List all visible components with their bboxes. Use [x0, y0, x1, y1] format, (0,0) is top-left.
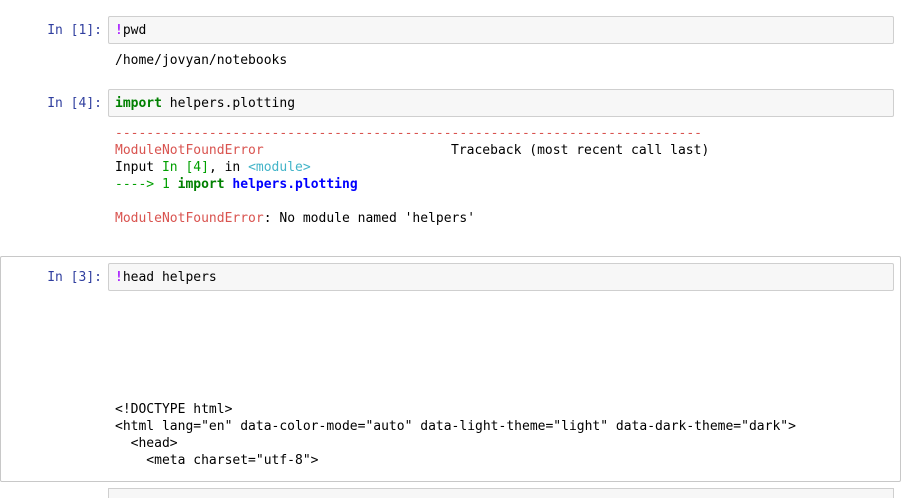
input-prefix: Input [115, 160, 162, 175]
next-cell-input[interactable] [108, 488, 894, 498]
error-name: ModuleNotFoundError [115, 143, 264, 158]
traceback-label: Traceback (most recent call last) [451, 143, 710, 158]
output-line: <head> [115, 436, 178, 451]
code-text: pwd [122, 23, 147, 38]
cell-prompt: In [3]: [47, 270, 102, 285]
error-name: ModuleNotFoundError [115, 211, 264, 226]
code-text: helpers.plotting [161, 96, 296, 111]
error-arrow: ----> 1 [115, 177, 178, 192]
code-keyword: import [177, 177, 225, 192]
cell-output: /home/jovyan/notebooks [115, 53, 288, 68]
traceback-final-error: ModuleNotFoundError: No module named 'he… [115, 210, 475, 227]
code-keyword: import [115, 96, 162, 111]
cell-prompt: In [4]: [47, 96, 102, 111]
output-line: <meta charset="utf-8"> [115, 453, 319, 468]
module-name: helpers.plotting [232, 177, 358, 192]
shell-bang: ! [115, 270, 123, 285]
traceback-divider: ----------------------------------------… [115, 126, 702, 141]
code-input[interactable]: !pwd [108, 16, 894, 44]
code-input[interactable]: import helpers.plotting [108, 89, 894, 117]
traceback-header: ModuleNotFoundError Traceback (most recen… [115, 142, 709, 159]
code-text: head helpers [122, 270, 217, 285]
input-ref: In [4] [161, 160, 209, 175]
error-message: : No module named 'helpers' [263, 211, 476, 226]
input-mid: , in [208, 160, 249, 175]
cell-prompt: In [1]: [47, 23, 102, 38]
code-input[interactable]: !head helpers [108, 263, 894, 291]
output-line: <html lang="en" data-color-mode="auto" d… [115, 419, 796, 434]
shell-bang: ! [115, 23, 123, 38]
traceback-code-line: ----> 1 import helpers.plotting [115, 176, 358, 193]
output-line: <!DOCTYPE html> [115, 402, 233, 417]
traceback-input-line: Input In [4], in <module> [115, 159, 311, 176]
module-tag: <module> [248, 160, 311, 175]
